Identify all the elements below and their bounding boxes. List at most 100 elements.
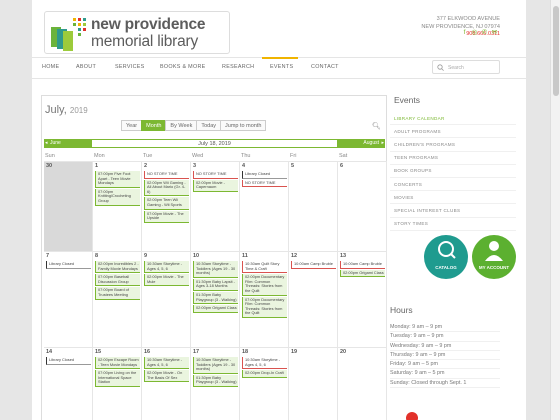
calendar-event[interactable]: 02:00pm Teen Wii Gaming - Wii Sports (144, 197, 189, 210)
phone-icon[interactable]: ✆ (481, 29, 488, 36)
calendar-event[interactable]: 10:00am Camp Bruble (291, 261, 336, 269)
calendar-day-cell[interactable]: 6 (338, 161, 387, 251)
sidebar-link-book-groups[interactable]: BOOK GROUPS (390, 165, 516, 178)
calendar-event[interactable]: 02:00pm Incredibles 2 - Family Movie Mon… (95, 261, 140, 274)
calendar-day-cell[interactable]: 12 10:00am Camp Bruble (289, 251, 338, 347)
calendar-day-cell[interactable]: 16 10:30am Storytime - Ages 4, 5, 6 02:00p… (142, 347, 191, 420)
sidebar-link-concerts[interactable]: CONCERTS (390, 178, 516, 192)
calendar-event[interactable]: 02:00pm Origami Class (193, 305, 238, 313)
calendar-day-cell[interactable]: 11 10:30am Quilt Story Time & Craft 02:00p… (240, 251, 289, 347)
calendar-day-cell[interactable]: 4 Library Closed NO STORY TIME (240, 161, 289, 251)
calendar-day-cell[interactable]: 18 10:30am Storytime - Ages 4, 5, 6 02:00p… (240, 347, 289, 420)
nav-services[interactable]: SERVICES (115, 64, 145, 70)
calendar-week-row: 30 1 07:00pm Five Foot Apart - Teen Movie … (44, 161, 387, 251)
day-number: 6 (340, 163, 344, 169)
calendar-day-cell[interactable]: 14 Library Closed (44, 347, 93, 420)
calendar-event[interactable]: NO STORY TIME (144, 171, 189, 179)
view-month-button[interactable]: Month (141, 120, 167, 131)
scrollbar-thumb[interactable] (553, 6, 559, 96)
weekday-thu: Thu (241, 153, 251, 159)
calendar-event[interactable]: 07:00pm Knitting/Crocheting Group (95, 188, 140, 206)
calendar-day-cell[interactable]: 5 (289, 161, 338, 251)
calendar-event[interactable]: 02:00pm Movie - The Mule (144, 274, 189, 287)
calendar-day-cell[interactable]: 1 07:00pm Five Foot Apart - Teen Movie Mo… (93, 161, 142, 251)
calendar-event[interactable]: 02:00pm Movie - On The Basis Of Sex (144, 370, 189, 383)
calendar-event[interactable]: 10:00am Camp Bruble (340, 261, 385, 269)
email-icon[interactable]: ✉ (491, 29, 498, 36)
search-input[interactable]: Search (432, 60, 500, 74)
page-scrollbar[interactable] (550, 0, 560, 420)
my-account-button[interactable]: MY ACCOUNT (472, 235, 516, 279)
calendar-day-cell[interactable]: 13 10:00am Camp Bruble 02:00pm Origami Cla… (338, 251, 387, 347)
calendar-event[interactable]: 10:30am Storytime - Ages 4, 5, 6 (144, 261, 189, 274)
nav-home[interactable]: HOME (42, 64, 59, 70)
catalog-label: CATALOG (435, 265, 457, 270)
calendar-day-cell[interactable]: 8 02:00pm Incredibles 2 - Family Movie Mo… (93, 251, 142, 347)
calendar-day-cell[interactable]: 17 10:30am Storytime - Toddlers (Ages 19 … (191, 347, 240, 420)
sidebar-link-teen-programs[interactable]: TEEN PROGRAMS (390, 152, 516, 165)
sidebar-link-library-calendar[interactable]: LIBRARY CALENDAR (390, 112, 516, 126)
view-today-button[interactable]: Today (196, 120, 222, 131)
month-navigation: June July 18, 2019 August (44, 139, 385, 148)
calendar-event[interactable]: 07:00pm Board of Trustees Meeting (95, 287, 140, 300)
calendar-day-cell[interactable]: 15 02:00pm Escape Room - Teen Movie Monda… (93, 347, 142, 420)
calendar-event[interactable]: Library Closed (46, 261, 91, 269)
calendar-event[interactable]: 10:30am Storytime - Toddlers (Ages 19 - … (193, 357, 238, 374)
calendar-event[interactable]: 07:00pm Living on the International Spac… (95, 370, 140, 387)
calendar-day-cell[interactable]: 10 10:30am Storytime - Toddlers (Ages 19 … (191, 251, 240, 347)
notification-icon[interactable] (406, 412, 418, 420)
prev-month-button[interactable]: June (44, 139, 92, 148)
calendar-event[interactable]: 02:00pm Origami Class (340, 269, 385, 278)
calendar-event[interactable]: NO STORY TIME (193, 171, 238, 179)
calendar-day-cell[interactable]: 7 Library Closed (44, 251, 93, 347)
nav-about[interactable]: ABOUT (76, 64, 96, 70)
calendar-event[interactable]: 07:00pm Documentary Film: Common Threads… (242, 296, 287, 318)
calendar-day-cell[interactable]: 19 (289, 347, 338, 420)
calendar-event[interactable]: 10:30am Storytime - Toddlers (Ages 19 - … (193, 261, 238, 278)
calendar-day-cell[interactable]: 3 NO STORY TIME 02:00pm Movie - Capernaum (191, 161, 240, 251)
calendar-event[interactable]: Library Closed (242, 171, 287, 179)
facebook-icon[interactable]: f (461, 29, 468, 36)
sidebar-link-movies[interactable]: MOVIES (390, 191, 516, 205)
calendar-day-cell[interactable]: 30 (44, 161, 93, 251)
calendar-day-cell[interactable]: 20 (338, 347, 387, 420)
nav-events[interactable]: EVENTS (270, 64, 293, 70)
calendar-event[interactable]: 02:00pm Movie - Capernaum (193, 179, 238, 192)
sidebar-link-special-interest-clubs[interactable]: SPECIAL INTEREST CLUBS (390, 204, 516, 218)
calendar-event[interactable]: NO STORY TIME (242, 179, 287, 188)
calendar-event[interactable]: 10:30am Storytime - Ages 4, 5, 6 (144, 357, 189, 370)
calendar-event[interactable]: 07:00pm Movie - The Upside (144, 210, 189, 223)
sidebar-link-childrens-programs[interactable]: CHILDREN'S PROGRAMS (390, 138, 516, 152)
calendar-event[interactable]: 07:00pm Five Foot Apart - Teen Movie Mon… (95, 171, 140, 188)
instagram-icon[interactable]: ◎ (471, 29, 478, 36)
calendar-event[interactable]: 02:00pm Documentary Film: Common Threads… (242, 274, 287, 296)
site-logo[interactable]: new providence memorial library (44, 11, 230, 54)
calendar-event[interactable]: 10:30am Quilt Story Time & Craft (242, 261, 287, 274)
zoom-icon[interactable]: 🔍︎ (372, 122, 381, 130)
catalog-button[interactable]: CATALOG (424, 235, 468, 279)
calendar-event[interactable]: 01:30pm Baby Playgroup (3 - Walking) (193, 374, 238, 387)
view-year-button[interactable]: Year (121, 120, 143, 131)
next-month-button[interactable]: August (337, 139, 385, 148)
sidebar-link-story-times[interactable]: STORY TIMES (390, 218, 516, 231)
nav-contact[interactable]: CONTACT (311, 64, 339, 70)
nav-research[interactable]: RESEARCH (222, 64, 254, 70)
calendar-day-cell[interactable]: 2 NO STORY TIME 02:00pm Wii Gaming - All A… (142, 161, 191, 251)
weekday-wed: Wed (192, 153, 204, 159)
calendar-event[interactable]: 01:30pm Baby Playgroup (3 - Walking) (193, 291, 238, 305)
calendar-event[interactable]: 02:00pm Wii Gaming - All About Mario (Gr… (144, 179, 189, 197)
calendar-event[interactable]: 10:30am Storytime - Ages 4, 5, 6 (242, 357, 287, 370)
calendar-event[interactable]: 02:00pm Drop-In Craft (242, 370, 287, 378)
jump-to-month-button[interactable]: Jump to month (220, 120, 267, 131)
hours-thursday: Thursday: 9 am – 9 pm (390, 351, 500, 361)
calendar-event[interactable]: 07:00pm Baseball Discussion Group (95, 274, 140, 287)
nav-books-more[interactable]: BOOKS & MORE (160, 64, 206, 70)
calendar-event[interactable]: 02:00pm Escape Room - Teen Movie Mondays (95, 357, 140, 370)
calendar-event[interactable]: 01:30pm Baby Lapsit - Ages 3-18 Months (193, 278, 238, 291)
calendar-event[interactable]: Library Closed (46, 357, 91, 365)
day-number: 11 (242, 253, 248, 259)
view-week-button[interactable]: By Week (165, 120, 198, 131)
page: new providence memorial library 377 ELKW… (32, 0, 526, 420)
calendar-day-cell[interactable]: 9 10:30am Storytime - Ages 4, 5, 6 02:00pm… (142, 251, 191, 347)
sidebar-link-adult-programs[interactable]: ADULT PROGRAMS (390, 125, 516, 139)
